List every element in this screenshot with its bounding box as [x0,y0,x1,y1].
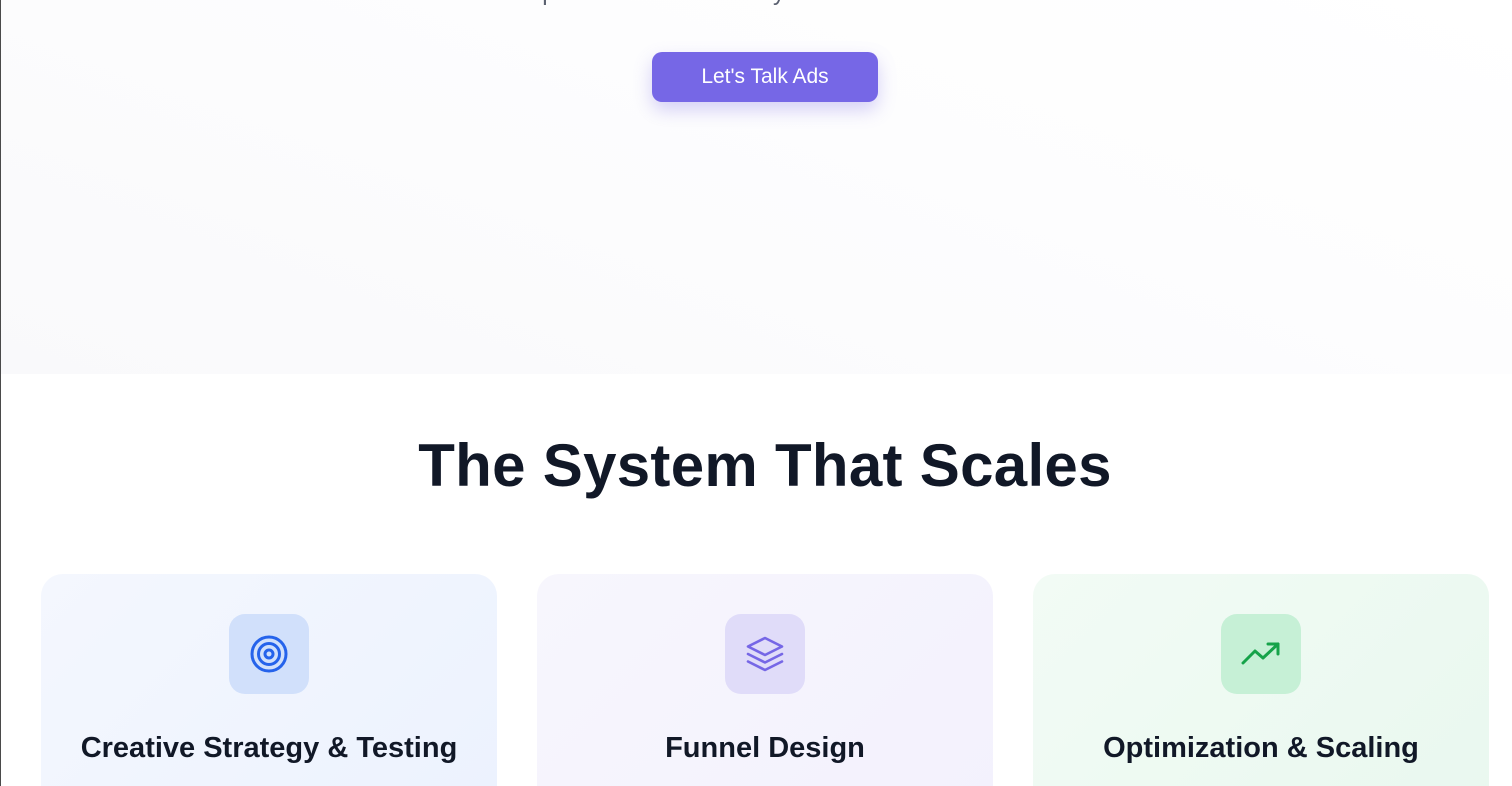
page: optimization — so every dollar works har… [0,0,1512,786]
lets-talk-ads-button[interactable]: Let's Talk Ads [652,52,878,102]
hero-subtitle: optimization — so every dollar works har… [0,0,1512,8]
service-card-funnel-design: Funnel Design [537,574,993,786]
service-card-creative-strategy: Creative Strategy & Testing [41,574,497,786]
window-left-border [0,0,1,786]
card-title: Optimization & Scaling [1103,732,1419,764]
target-icon [229,614,309,694]
hero-section: optimization — so every dollar works har… [0,0,1512,374]
section-title: The System That Scales [418,432,1112,499]
card-title: Creative Strategy & Testing [80,732,458,764]
layers-icon [725,614,805,694]
card-title: Funnel Design [665,732,865,764]
trending-up-icon [1221,614,1301,694]
service-card-optimization-scaling: Optimization & Scaling [1033,574,1489,786]
